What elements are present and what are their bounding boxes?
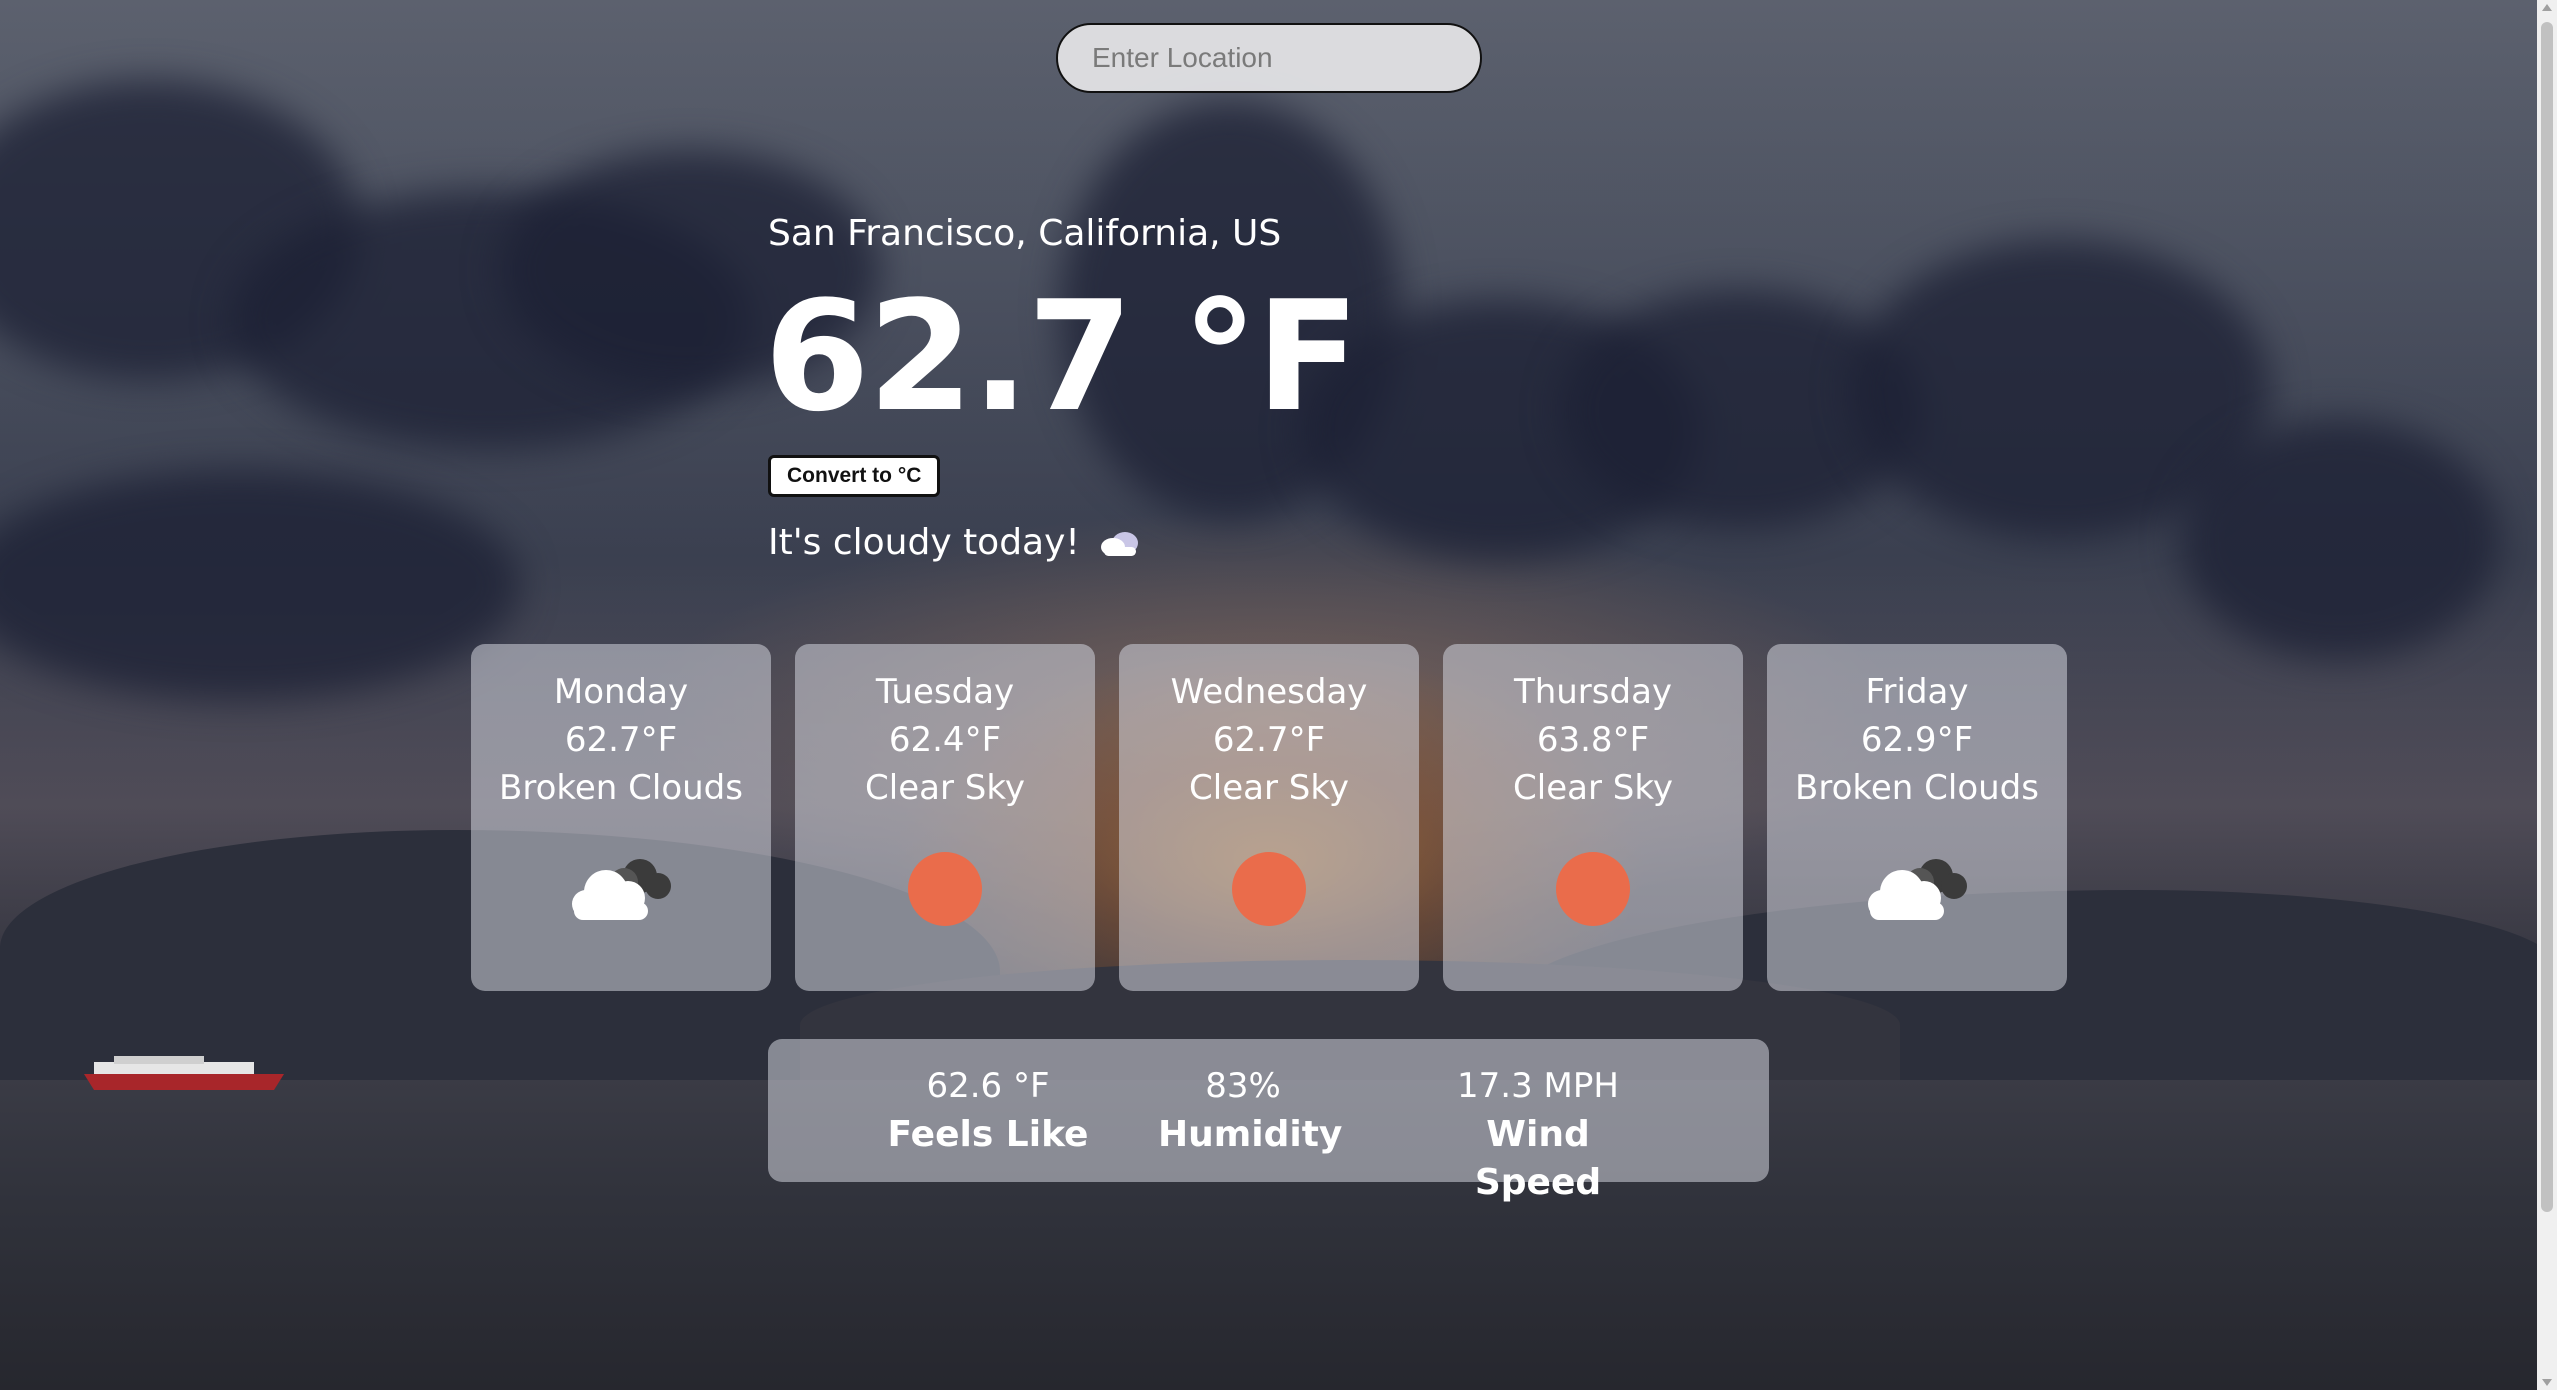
feels-like-label: Feels Like xyxy=(887,1114,1089,1155)
forecast-day: Thursday xyxy=(1513,672,1673,712)
scrollbar-thumb[interactable] xyxy=(2541,22,2553,1212)
forecast-card-friday: Friday 62.9°F Broken Clouds xyxy=(1767,644,2067,991)
humidity-label: Humidity xyxy=(1158,1114,1343,1155)
page-scrollbar[interactable] xyxy=(2537,0,2557,1390)
forecast-temp: 63.8°F xyxy=(1536,720,1650,760)
forecast-day: Friday xyxy=(1865,672,1969,712)
cloud-icon xyxy=(1767,852,2067,922)
wind-speed-label: Wind Speed xyxy=(1474,1114,1602,1203)
humidity-value: 83% xyxy=(1205,1066,1281,1106)
forecast-card-thursday: Thursday 63.8°F Clear Sky xyxy=(1443,644,1743,991)
location-search-input[interactable] xyxy=(1056,23,1482,93)
weather-page: San Francisco, California, US 62.7 °F Co… xyxy=(0,0,2557,1390)
forecast-temp: 62.4°F xyxy=(888,720,1002,760)
forecast-card-wednesday: Wednesday 62.7°F Clear Sky xyxy=(1119,644,1419,991)
wind-speed-stat: 17.3 MPH Wind Speed xyxy=(1423,1061,1653,1207)
sun-icon xyxy=(908,852,982,926)
sun-icon xyxy=(1556,852,1630,926)
forecast-condition: Clear Sky xyxy=(865,768,1025,808)
forecast-temp: 62.9°F xyxy=(1860,720,1974,760)
feels-like-stat: 62.6 °F Feels Like xyxy=(883,1061,1093,1159)
forecast-temp: 62.7°F xyxy=(1212,720,1326,760)
cloud-emoji-icon xyxy=(1098,529,1140,557)
weather-summary: It's cloudy today! xyxy=(768,522,1140,563)
weather-details-panel: 62.6 °F Feels Like 83% Humidity 17.3 MPH… xyxy=(768,1039,1769,1203)
forecast-condition: Clear Sky xyxy=(1513,768,1673,808)
forecast-temp: 62.7°F xyxy=(564,720,678,760)
sun-icon xyxy=(1232,852,1306,926)
scroll-down-icon[interactable] xyxy=(2542,1379,2552,1386)
forecast-card-tuesday: Tuesday 62.4°F Clear Sky xyxy=(795,644,1095,991)
forecast-day: Tuesday xyxy=(875,672,1015,712)
cloud-icon xyxy=(471,852,771,922)
scroll-up-icon[interactable] xyxy=(2542,4,2552,11)
forecast-card-monday: Monday 62.7°F Broken Clouds xyxy=(471,644,771,991)
forecast-day: Wednesday xyxy=(1170,672,1368,712)
forecast-day: Monday xyxy=(553,672,689,712)
forecast-condition: Broken Clouds xyxy=(499,768,743,808)
forecast-list: Monday 62.7°F Broken Clouds Tuesday 62.4… xyxy=(471,644,2067,991)
wind-speed-value: 17.3 MPH xyxy=(1457,1066,1619,1106)
forecast-condition: Broken Clouds xyxy=(1795,768,2039,808)
weather-summary-text: It's cloudy today! xyxy=(768,522,1080,563)
feels-like-value: 62.6 °F xyxy=(926,1066,1050,1106)
convert-unit-button[interactable]: Convert to °C xyxy=(768,455,941,497)
humidity-stat: 83% Humidity xyxy=(1158,1061,1343,1159)
current-temperature: 62.7 °F xyxy=(764,268,1360,445)
location-name: San Francisco, California, US xyxy=(768,213,1282,254)
forecast-condition: Clear Sky xyxy=(1189,768,1349,808)
